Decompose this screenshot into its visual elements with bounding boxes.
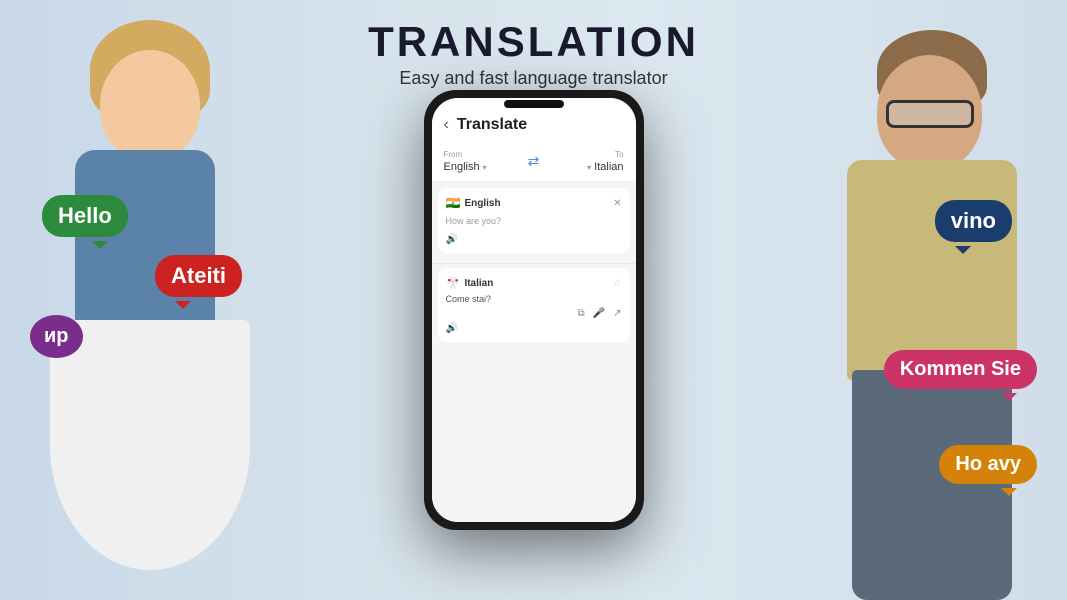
- phone-mockup: ‹ Translate From English ▾ ⇄ To: [424, 90, 644, 530]
- separator: [432, 263, 636, 264]
- language-selector[interactable]: From English ▾ ⇄ To ▾ Italian: [432, 142, 636, 182]
- input-language-name: English: [464, 198, 500, 209]
- phone-screen: ‹ Translate From English ▾ ⇄ To: [432, 98, 636, 522]
- swap-languages-button[interactable]: ⇄: [528, 153, 540, 170]
- from-language[interactable]: English ▾: [444, 161, 522, 173]
- output-language-label: 🎌 Italian: [446, 276, 494, 290]
- input-text-content[interactable]: How are you?: [446, 214, 622, 228]
- man-pants: [852, 370, 1012, 600]
- person-woman: [0, 20, 340, 600]
- input-volume-icon[interactable]: 🔊: [446, 234, 622, 245]
- share-icon[interactable]: ↗: [613, 308, 621, 319]
- phone-outer: ‹ Translate From English ▾ ⇄ To: [424, 90, 644, 530]
- lang-from[interactable]: From English ▾: [444, 150, 522, 173]
- output-actions: ⧉ 🎤 ↗: [446, 308, 622, 319]
- bubble-ir: ир: [30, 315, 83, 358]
- bubble-vino: vino: [935, 200, 1012, 242]
- favorite-button[interactable]: ☆: [613, 278, 622, 289]
- input-flag-icon: 🇮🇳: [446, 196, 461, 210]
- header-section: TRANSLATION Easy and fast language trans…: [368, 0, 699, 89]
- app-header-title: Translate: [457, 116, 527, 134]
- from-label: From: [444, 150, 522, 159]
- output-language-name: Italian: [464, 278, 493, 289]
- man-glasses: [886, 100, 974, 128]
- to-language[interactable]: ▾ Italian: [587, 161, 623, 173]
- bubble-hoavy: Ho avy: [939, 445, 1037, 484]
- input-section[interactable]: 🇮🇳 English ✕ How are you? 🔊: [438, 188, 630, 253]
- man-jacket: [847, 160, 1017, 380]
- to-label: To: [615, 150, 623, 159]
- to-dropdown-arrow: ▾: [587, 163, 591, 172]
- input-language-label: 🇮🇳 English: [446, 196, 501, 210]
- input-flag-row: 🇮🇳 English ✕: [446, 196, 622, 210]
- phone-notch: [504, 100, 564, 108]
- output-flag-row: 🎌 Italian ☆: [446, 276, 622, 290]
- sub-title: Easy and fast language translator: [368, 68, 699, 89]
- output-volume-icon[interactable]: 🔊: [446, 323, 622, 334]
- woman-head: [100, 50, 200, 160]
- bubble-hello: Hello: [42, 195, 128, 237]
- copy-icon[interactable]: ⧉: [578, 308, 585, 319]
- woman-skirt: [50, 320, 250, 570]
- mic-icon[interactable]: 🎤: [593, 308, 605, 319]
- woman-torso: [75, 150, 215, 330]
- bubble-ateiti: Ateiti: [155, 255, 242, 297]
- bubble-kommen: Kommen Sie: [884, 350, 1037, 389]
- clear-input-button[interactable]: ✕: [613, 198, 621, 209]
- output-text-content: Come stai?: [446, 294, 622, 304]
- from-dropdown-arrow: ▾: [483, 163, 487, 172]
- lang-to[interactable]: To ▾ Italian: [545, 150, 623, 173]
- back-arrow-icon[interactable]: ‹: [444, 116, 449, 134]
- main-title: TRANSLATION: [368, 18, 699, 66]
- output-section: 🎌 Italian ☆ Come stai? ⧉ 🎤 ↗ 🔊: [438, 268, 630, 342]
- output-flag-icon: 🎌: [446, 276, 461, 290]
- person-man: [697, 20, 1067, 600]
- app-body: 🇮🇳 English ✕ How are you? 🔊: [432, 182, 636, 522]
